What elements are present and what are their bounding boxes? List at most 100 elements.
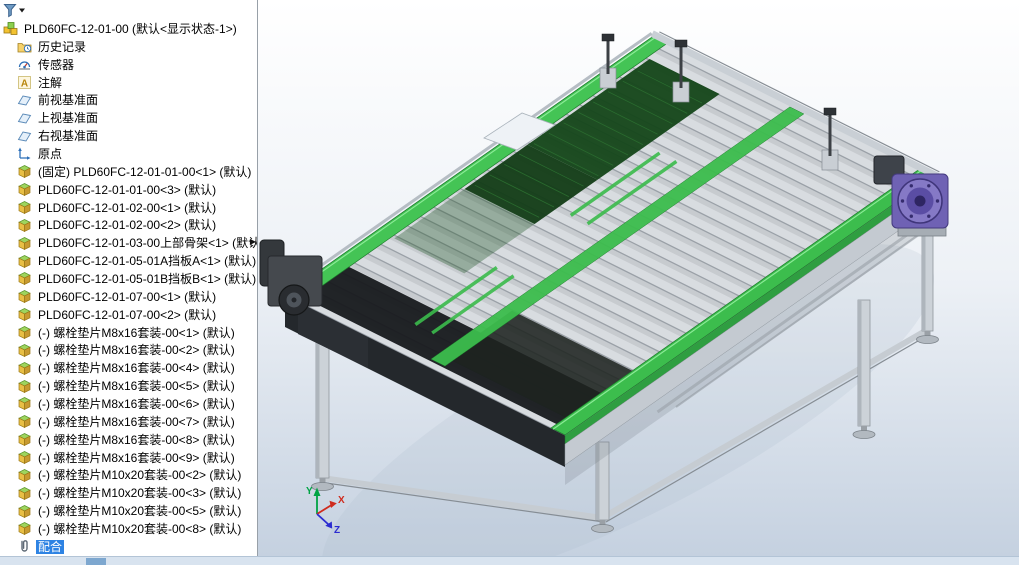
- mates-icon: [17, 539, 32, 554]
- tree-item-label: 前视基准面: [36, 93, 100, 107]
- plane-icon: [17, 93, 32, 108]
- tree-item-15[interactable]: PLD60FC-12-01-07-00<1> (默认): [0, 288, 257, 306]
- component-icon: [17, 450, 32, 465]
- component-icon: [17, 254, 32, 269]
- tree-item-label: PLD60FC-12-01-05-01B挡板B<1> (默认): [36, 272, 257, 286]
- component-icon: [17, 289, 32, 304]
- tree-item-label: PLD60FC-12-01-00 (默认<显示状态-1>): [22, 22, 239, 36]
- triad-z-label: Z: [334, 525, 340, 536]
- tree-item-label: PLD60FC-12-01-05-01A挡板A<1> (默认): [36, 254, 257, 268]
- tree-item-18[interactable]: (-) 螺栓垫片M8x16套装-00<2> (默认): [0, 341, 257, 359]
- component-icon: [17, 343, 32, 358]
- tree-item-20[interactable]: (-) 螺栓垫片M8x16套装-00<5> (默认): [0, 377, 257, 395]
- component-icon: [17, 200, 32, 215]
- component-icon: [17, 164, 32, 179]
- component-icon: [17, 486, 32, 501]
- origin-icon: [17, 146, 32, 161]
- component-icon: [17, 182, 32, 197]
- tree-item-17[interactable]: (-) 螺栓垫片M8x16套装-00<1> (默认): [0, 324, 257, 342]
- component-icon: [17, 379, 32, 394]
- tree-item-label: (-) 螺栓垫片M8x16套装-00<5> (默认): [36, 379, 237, 393]
- triad-x-label: X: [338, 495, 345, 506]
- tree-item-label: (-) 螺栓垫片M8x16套装-00<6> (默认): [36, 397, 237, 411]
- plane-icon: [17, 111, 32, 126]
- tree-item-8[interactable]: (固定) PLD60FC-12-01-01-00<1> (默认): [0, 163, 257, 181]
- tree-item-label: 配合: [36, 540, 64, 554]
- component-icon: [17, 361, 32, 376]
- tree-item-label: (-) 螺栓垫片M8x16套装-00<9> (默认): [36, 451, 237, 465]
- triad-y-label: Y: [306, 486, 313, 497]
- tree-item-label: PLD60FC-12-01-07-00<1> (默认): [36, 290, 218, 304]
- tree-item-6[interactable]: 右视基准面: [0, 127, 257, 145]
- tree-item-label: (-) 螺栓垫片M10x20套装-00<8> (默认): [36, 522, 243, 536]
- tree-item-label: 上视基准面: [36, 111, 100, 125]
- tree-item-label: (-) 螺栓垫片M8x16套装-00<8> (默认): [36, 433, 237, 447]
- component-icon: [17, 521, 32, 536]
- tree-item-29[interactable]: 配合: [0, 538, 257, 556]
- tree-item-4[interactable]: 前视基准面: [0, 91, 257, 109]
- filter-icon[interactable]: [3, 3, 29, 18]
- tree-item-label: (-) 螺栓垫片M8x16套装-00<7> (默认): [36, 415, 237, 429]
- tree-item-label: 传感器: [36, 58, 76, 72]
- tree-item-23[interactable]: (-) 螺栓垫片M8x16套装-00<8> (默认): [0, 431, 257, 449]
- tree-item-28[interactable]: (-) 螺栓垫片M10x20套装-00<8> (默认): [0, 520, 257, 538]
- component-icon: [17, 325, 32, 340]
- tree-item-19[interactable]: (-) 螺栓垫片M8x16套装-00<4> (默认): [0, 359, 257, 377]
- tree-item-label: PLD60FC-12-01-07-00<2> (默认): [36, 308, 218, 322]
- tree-item-label: PLD60FC-12-01-01-00<3> (默认): [36, 183, 218, 197]
- tree-item-label: 原点: [36, 147, 64, 161]
- plane-icon: [17, 129, 32, 144]
- sensors-icon: [17, 57, 32, 72]
- tree-item-label: 历史记录: [36, 40, 88, 54]
- tree-item-16[interactable]: PLD60FC-12-01-07-00<2> (默认): [0, 306, 257, 324]
- tree-item-label: 右视基准面: [36, 129, 100, 143]
- tree-item-22[interactable]: (-) 螺栓垫片M8x16套装-00<7> (默认): [0, 413, 257, 431]
- tree-item-24[interactable]: (-) 螺栓垫片M8x16套装-00<9> (默认): [0, 449, 257, 467]
- filter-toolbar[interactable]: [0, 0, 257, 20]
- tree-item-9[interactable]: PLD60FC-12-01-01-00<3> (默认): [0, 181, 257, 199]
- tree-item-21[interactable]: (-) 螺栓垫片M8x16套装-00<6> (默认): [0, 395, 257, 413]
- component-icon: [17, 468, 32, 483]
- component-icon: [17, 307, 32, 322]
- tree-item-label: (-) 螺栓垫片M8x16套装-00<2> (默认): [36, 343, 237, 357]
- 3d-model-conveyor[interactable]: Y X Z: [258, 0, 1019, 556]
- tree-item-label: 注解: [36, 76, 64, 90]
- tree-item-label: (-) 螺栓垫片M10x20套装-00<5> (默认): [36, 504, 243, 518]
- tree-item-26[interactable]: (-) 螺栓垫片M10x20套装-00<3> (默认): [0, 484, 257, 502]
- graphics-area[interactable]: Y X Z: [258, 0, 1019, 556]
- tree-item-0[interactable]: PLD60FC-12-01-00 (默认<显示状态-1>): [0, 20, 257, 38]
- tree-item-25[interactable]: (-) 螺栓垫片M10x20套装-00<2> (默认): [0, 466, 257, 484]
- solidworks-window: PLD60FC-12-01-00 (默认<显示状态-1>) 历史记录传感器 A 注解前…: [0, 0, 1019, 564]
- flyout-arrow-icon[interactable]: ▶: [250, 238, 256, 246]
- tree-item-label: (固定) PLD60FC-12-01-01-00<1> (默认): [36, 165, 253, 179]
- feature-tree: PLD60FC-12-01-00 (默认<显示状态-1>) 历史记录传感器 A 注解前…: [0, 20, 257, 556]
- tree-item-3[interactable]: A 注解: [0, 74, 257, 92]
- tree-item-label: (-) 螺栓垫片M10x20套装-00<2> (默认): [36, 468, 243, 482]
- component-icon: [17, 271, 32, 286]
- component-icon: [17, 218, 32, 233]
- tree-item-10[interactable]: PLD60FC-12-01-02-00<1> (默认): [0, 199, 257, 217]
- tree-item-5[interactable]: 上视基准面: [0, 109, 257, 127]
- tree-item-label: PLD60FC-12-01-02-00<1> (默认): [36, 201, 218, 215]
- tree-item-label: (-) 螺栓垫片M8x16套装-00<4> (默认): [36, 361, 237, 375]
- component-icon: [17, 414, 32, 429]
- tree-item-7[interactable]: 原点: [0, 145, 257, 163]
- component-icon: [17, 504, 32, 519]
- tree-item-27[interactable]: (-) 螺栓垫片M10x20套装-00<5> (默认): [0, 502, 257, 520]
- component-icon: [17, 432, 32, 447]
- tree-item-label: (-) 螺栓垫片M8x16套装-00<1> (默认): [36, 326, 237, 340]
- annotations-icon: A: [17, 75, 32, 90]
- tree-item-13[interactable]: PLD60FC-12-01-05-01A挡板A<1> (默认): [0, 252, 257, 270]
- tree-item-12[interactable]: PLD60FC-12-01-03-00上部骨架<1> (默认)▶: [0, 234, 257, 252]
- tree-item-14[interactable]: PLD60FC-12-01-05-01B挡板B<1> (默认): [0, 270, 257, 288]
- component-icon: [17, 396, 32, 411]
- tree-item-label: PLD60FC-12-01-02-00<2> (默认): [36, 218, 218, 232]
- tree-item-label: (-) 螺栓垫片M10x20套装-00<3> (默认): [36, 486, 243, 500]
- featuremanager-panel: PLD60FC-12-01-00 (默认<显示状态-1>) 历史记录传感器 A 注解前…: [0, 0, 258, 556]
- svg-text:A: A: [21, 79, 28, 90]
- assembly-icon: [3, 21, 18, 36]
- tree-item-2[interactable]: 传感器: [0, 56, 257, 74]
- tree-item-label: PLD60FC-12-01-03-00上部骨架<1> (默认): [36, 236, 257, 250]
- tree-item-11[interactable]: PLD60FC-12-01-02-00<2> (默认): [0, 216, 257, 234]
- tree-item-1[interactable]: 历史记录: [0, 38, 257, 56]
